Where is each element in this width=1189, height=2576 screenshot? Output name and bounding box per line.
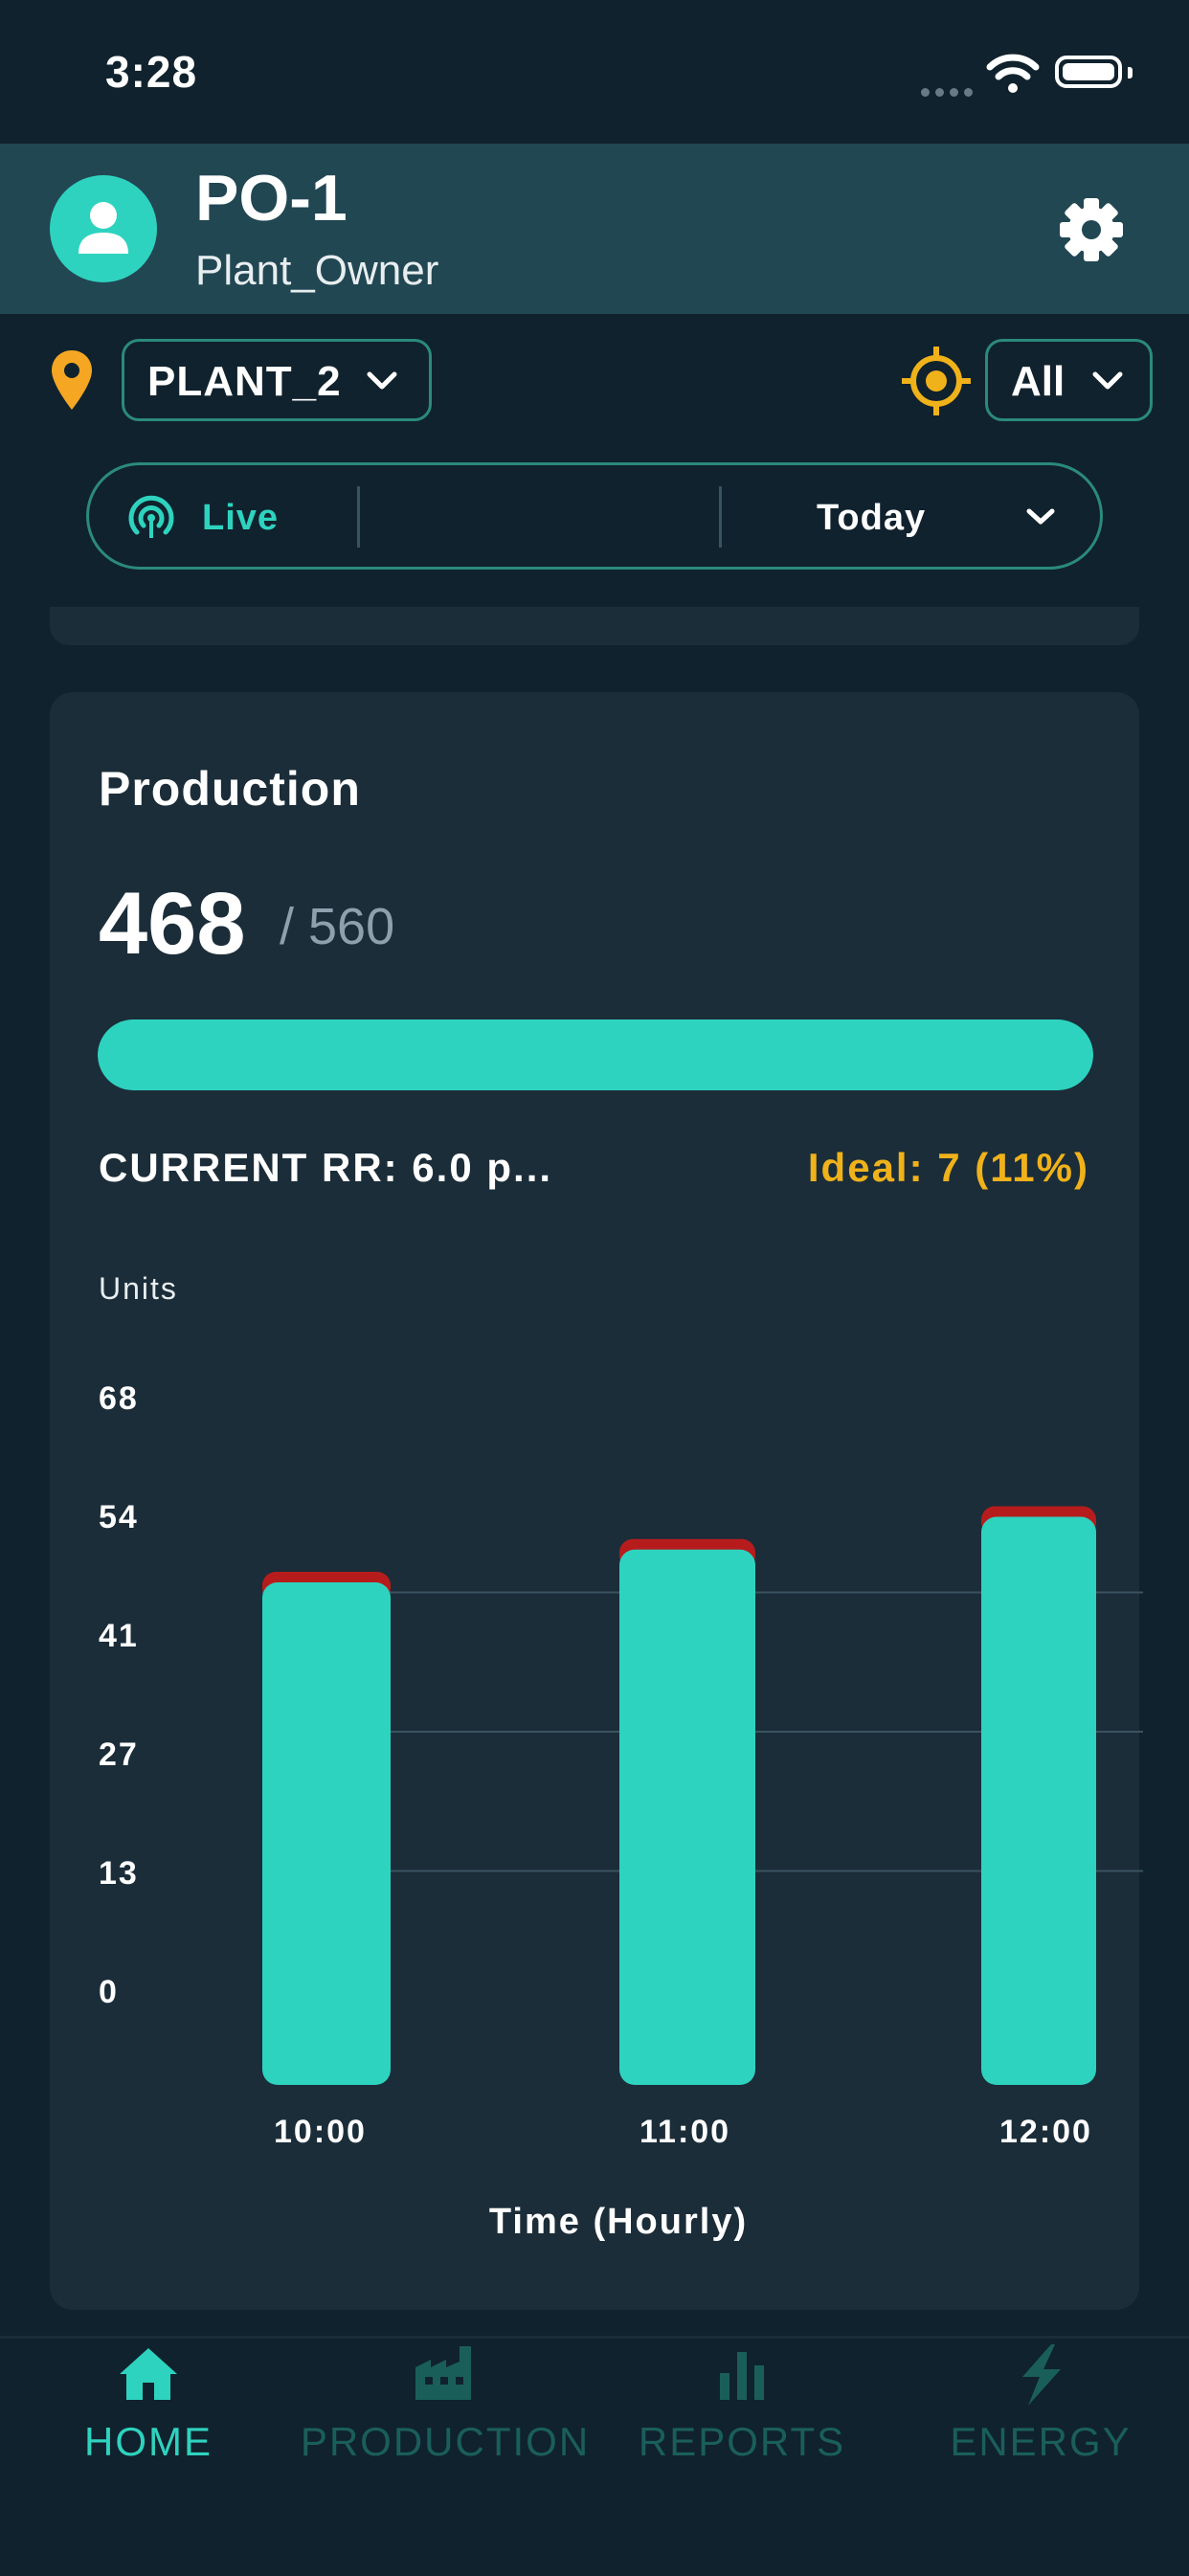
status-time: 3:28: [105, 47, 198, 97]
ideal-rate: Ideal: 7 (11%): [807, 1145, 1089, 1190]
chevron-down-icon: [1092, 371, 1123, 390]
target-icon: [902, 347, 971, 420]
user-name: PO-1: [195, 162, 348, 235]
nav-production[interactable]: PRODUCTION: [297, 2339, 594, 2530]
nav-production-label: PRODUCTION: [300, 2419, 591, 2464]
y-tick-label: 68: [99, 1380, 139, 1417]
nav-home[interactable]: HOME: [0, 2339, 297, 2530]
time-range-selector[interactable]: Live Today: [86, 462, 1103, 570]
nav-home-label: HOME: [84, 2419, 213, 2464]
y-axis-label: Units: [99, 1271, 178, 1306]
user-role: Plant_Owner: [195, 247, 439, 294]
nav-energy[interactable]: ENERGY: [892, 2339, 1189, 2530]
wifi-icon: [986, 52, 1040, 99]
plant-dropdown-label: PLANT_2: [147, 358, 342, 405]
previous-card-edge: [50, 607, 1139, 645]
gear-icon: [1060, 198, 1123, 261]
battery-tip: [1128, 67, 1133, 78]
live-toggle[interactable]: Live: [202, 498, 279, 539]
scope-dropdown[interactable]: All: [985, 339, 1153, 421]
x-tick-label: 12:00: [999, 2114, 1092, 2150]
bar-chart: [262, 1458, 1143, 2109]
production-target: / 560: [280, 898, 395, 955]
card-title: Production: [99, 762, 361, 816]
x-axis-label: Time (Hourly): [488, 2202, 749, 2242]
user-icon: [79, 202, 128, 254]
bar-chart-plot: [262, 1506, 1143, 2085]
chevron-down-icon: [367, 371, 397, 390]
cellular-signal-icon: [921, 84, 978, 101]
location-pin-icon: [50, 348, 94, 416]
current-run-rate: CURRENT RR: 6.0 p...: [99, 1145, 553, 1190]
bar-good-10:00[interactable]: [262, 1582, 391, 2085]
progress-fill: [98, 1019, 1093, 1090]
settings-button[interactable]: [1057, 195, 1126, 264]
plant-dropdown[interactable]: PLANT_2: [122, 339, 432, 421]
live-broadcast-icon: [128, 495, 174, 538]
app-header: PO-1 Plant_Owner: [0, 144, 1189, 314]
x-tick-label: 10:00: [274, 2114, 367, 2150]
avatar[interactable]: [50, 175, 157, 282]
chevron-down-icon: [1026, 508, 1055, 525]
divider: [357, 486, 360, 548]
battery-icon: [1055, 56, 1122, 88]
nav-energy-label: ENERGY: [950, 2419, 1132, 2464]
y-tick-label: 27: [99, 1736, 139, 1773]
status-bar: 3:28: [0, 0, 1189, 144]
nav-reports[interactable]: REPORTS: [594, 2339, 890, 2530]
y-tick-label: 0: [99, 1974, 119, 2010]
scope-dropdown-label: All: [1011, 358, 1066, 405]
divider: [719, 486, 722, 548]
production-count: 468: [99, 875, 246, 973]
y-tick-label: 41: [99, 1618, 139, 1654]
bottom-navigation: HOME PRODUCTION REPORTS ENERGY: [0, 2336, 1189, 2576]
production-progress-bar: [98, 1019, 1093, 1090]
nav-reports-label: REPORTS: [638, 2419, 846, 2464]
time-range-label[interactable]: Today: [817, 498, 926, 539]
bar-good-11:00[interactable]: [619, 1549, 755, 2085]
x-tick-label: 11:00: [639, 2114, 731, 2150]
production-card: Production 468 / 560 CURRENT RR: 6.0 p..…: [50, 692, 1143, 2310]
bar-good-12:00[interactable]: [981, 1516, 1096, 2085]
y-tick-label: 54: [99, 1499, 139, 1535]
y-tick-label: 13: [99, 1855, 139, 1892]
